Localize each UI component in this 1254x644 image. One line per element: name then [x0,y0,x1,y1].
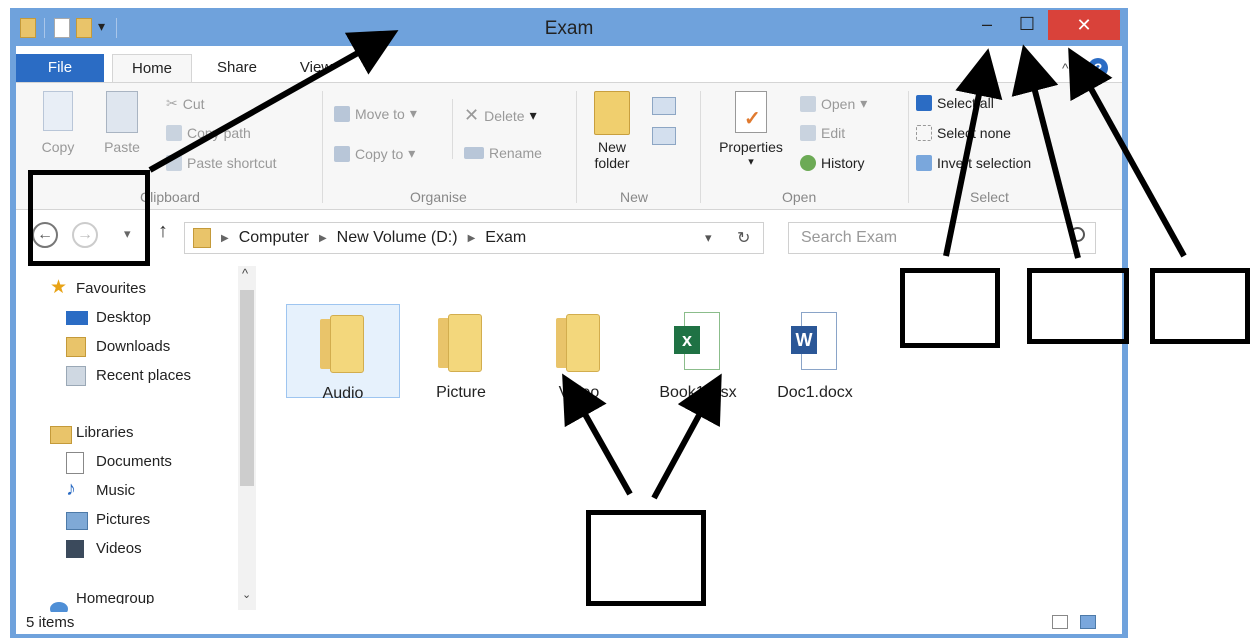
arrow-to-book1 [651,373,722,500]
arrow-to-close [1068,47,1187,258]
arrow-to-maximize [1011,44,1081,259]
annotation-arrows [148,30,1187,500]
arrow-to-video [562,373,633,496]
arrow-to-title [148,30,399,173]
arrow-to-minimize [943,48,1003,257]
